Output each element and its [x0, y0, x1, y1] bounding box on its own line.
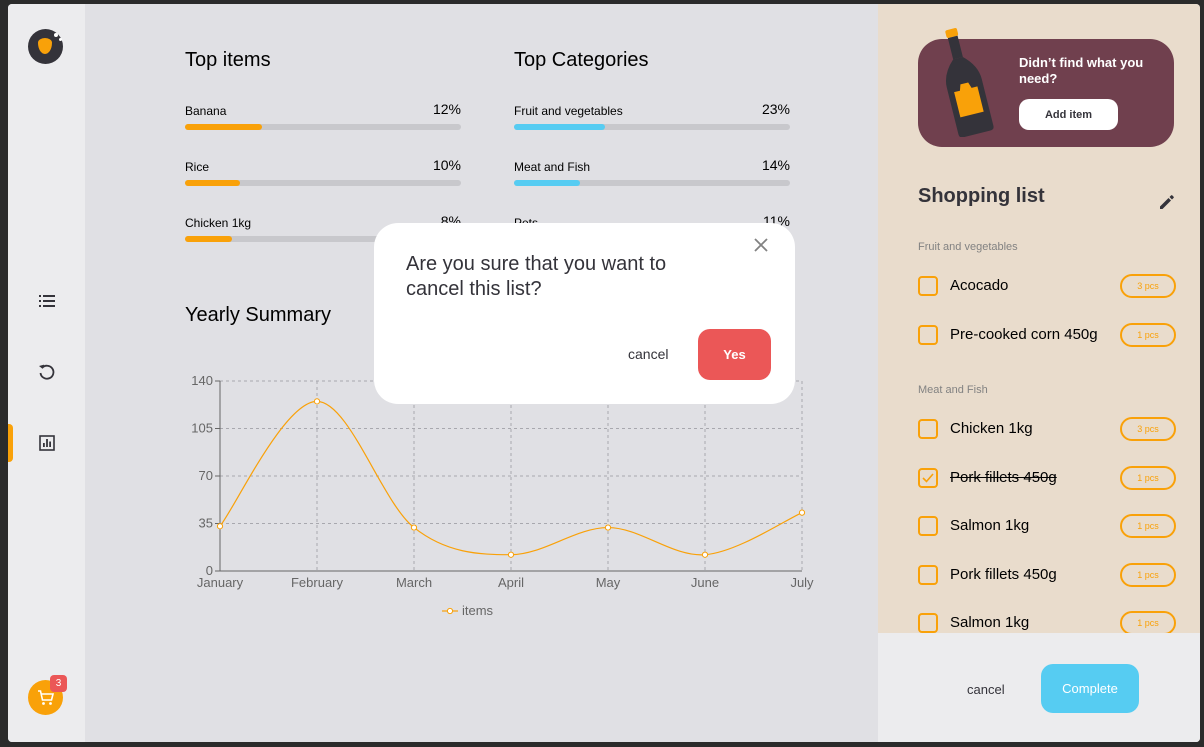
top-item-name: Rice: [185, 160, 210, 174]
top-category-name: Meat and Fish: [514, 160, 591, 174]
dialog-message: Are you sure that you want to cancel thi…: [406, 253, 667, 300]
dialog-cancel-button[interactable]: cancel: [628, 346, 668, 362]
top-item-name: Banana: [185, 104, 227, 118]
bar-chart-icon: [38, 435, 55, 451]
shopping-list-title: Shopping list: [918, 185, 1045, 207]
item-quantity-badge[interactable]: 1 pcs: [1120, 514, 1176, 538]
list-item: Salmon 1kg 1 pcs: [918, 514, 1176, 538]
item-checkbox[interactable]: [918, 613, 938, 633]
chart-x-tick-label: January: [197, 575, 244, 590]
add-item-promo: Didn’t find what you need? Add item: [918, 28, 1174, 147]
top-category-progress-fill: [514, 180, 581, 186]
item-checkbox[interactable]: [918, 564, 938, 585]
item-quantity-badge[interactable]: 1 pcs: [1120, 465, 1176, 490]
top-category-percent: 14%: [761, 157, 790, 173]
top-category-progress-fill: [514, 124, 606, 130]
history-icon: [38, 364, 54, 380]
shopping-list-panel: Didn’t find what you need? Add item Shop…: [878, 4, 1200, 742]
item-name: Pre-cooked corn 450g: [950, 325, 1098, 343]
cancel-list-dialog: Are you sure that you want to cancel thi…: [374, 223, 795, 404]
top-categories-title: Top Categories: [514, 49, 649, 71]
chart-x-tick-label: June: [691, 575, 719, 590]
nav-statistics-button[interactable]: [8, 424, 85, 462]
chart-x-tick-label: March: [396, 575, 432, 590]
item-quantity-badge[interactable]: 3 pcs: [1120, 274, 1176, 298]
item-name: Acocado: [950, 277, 1009, 294]
chart-y-tick-label: 105: [191, 421, 213, 436]
list-category-label: Fruit and vegetables: [918, 241, 1018, 253]
close-icon[interactable]: [752, 236, 770, 254]
nav-items-button[interactable]: [8, 282, 85, 320]
item-checkbox[interactable]: [918, 419, 938, 439]
nav-history-button[interactable]: [8, 353, 85, 391]
top-category-progress-track: [514, 124, 790, 130]
shopping-list-footer: cancel Complete: [878, 633, 1200, 742]
list-category-label: Meat and Fish: [918, 384, 988, 396]
chart-data-point: [313, 398, 321, 405]
chart-y-tick-label: 35: [199, 516, 213, 531]
logo-drop-icon: [38, 38, 52, 54]
chart-data-point: [701, 551, 709, 558]
top-item-percent: 10%: [432, 157, 461, 173]
complete-button[interactable]: Complete: [1041, 664, 1139, 713]
cancel-list-button[interactable]: cancel: [967, 682, 1005, 697]
top-items-title: Top items: [185, 49, 271, 71]
dialog-yes-button[interactable]: Yes: [698, 329, 771, 380]
check-icon: [922, 472, 934, 483]
item-checkbox[interactable]: [918, 276, 938, 296]
edit-icon[interactable]: [1158, 193, 1176, 211]
item-checkbox[interactable]: [918, 467, 938, 488]
list-item: Pork fillets 450g 1 pcs: [918, 465, 1176, 490]
chart-x-tick-label: May: [596, 575, 621, 590]
bottle-icon: [945, 28, 994, 137]
top-item-progress-track: [185, 124, 461, 130]
promo-text: Didn’t find what you need?: [1019, 55, 1144, 86]
list-item: Pork fillets 450g 1 pcs: [918, 562, 1176, 587]
list-item: Acocado 3 pcs: [918, 274, 1176, 298]
add-item-button[interactable]: Add item: [1019, 99, 1118, 130]
item-quantity-badge[interactable]: 1 pcs: [1120, 562, 1176, 587]
chart-data-point: [798, 509, 806, 516]
chart-data-point: [604, 524, 612, 531]
chart-legend-label: items: [462, 603, 494, 618]
top-category-name: Fruit and vegetables: [514, 104, 623, 118]
top-category-progress-track: [514, 180, 790, 186]
chart-x-tick-label: April: [498, 575, 524, 590]
chart-y-tick-label: 70: [199, 468, 213, 483]
top-item-progress-fill: [185, 124, 263, 130]
list-item: Pre-cooked corn 450g 1 pcs: [918, 322, 1176, 347]
chart-data-point: [507, 551, 515, 558]
chart-x-tick-label: February: [291, 575, 344, 590]
top-item-progress-fill: [185, 236, 232, 242]
sidebar: 3: [8, 4, 85, 742]
chart-y-tick-label: 140: [191, 373, 213, 388]
chart-data-point: [410, 524, 418, 531]
item-checkbox[interactable]: [918, 324, 938, 345]
top-item-name: Chicken 1kg: [185, 216, 252, 230]
list-item: Salmon 1kg 1 pcs: [918, 611, 1176, 635]
top-item-progress-fill: [185, 180, 241, 186]
yearly-summary-title: Yearly Summary: [185, 304, 331, 326]
item-name: Chicken 1kg: [950, 420, 1033, 437]
list-icon: [38, 295, 55, 307]
item-name: Pork fillets 450g: [950, 468, 1057, 486]
top-category-percent: 23%: [761, 101, 790, 117]
chart-x-tick-label: July: [790, 575, 814, 590]
item-quantity-badge[interactable]: 1 pcs: [1120, 322, 1176, 347]
item-name: Pork fillets 450g: [950, 565, 1057, 583]
chart-legend-marker: [446, 607, 454, 615]
chart-data-point: [216, 523, 224, 530]
app-window: 3 Top items Top Categories Banana 12% Rice…: [8, 4, 1200, 742]
item-name: Salmon 1kg: [950, 517, 1030, 534]
logo[interactable]: [28, 29, 63, 64]
item-name: Salmon 1kg: [950, 614, 1030, 631]
cart-count-badge: 3: [50, 675, 67, 692]
item-quantity-badge[interactable]: 3 pcs: [1120, 417, 1176, 441]
top-item-progress-track: [185, 180, 461, 186]
item-quantity-badge[interactable]: 1 pcs: [1120, 611, 1176, 635]
item-checkbox[interactable]: [918, 516, 938, 536]
list-item: Chicken 1kg 3 pcs: [918, 417, 1176, 441]
top-item-percent: 12%: [432, 101, 461, 117]
